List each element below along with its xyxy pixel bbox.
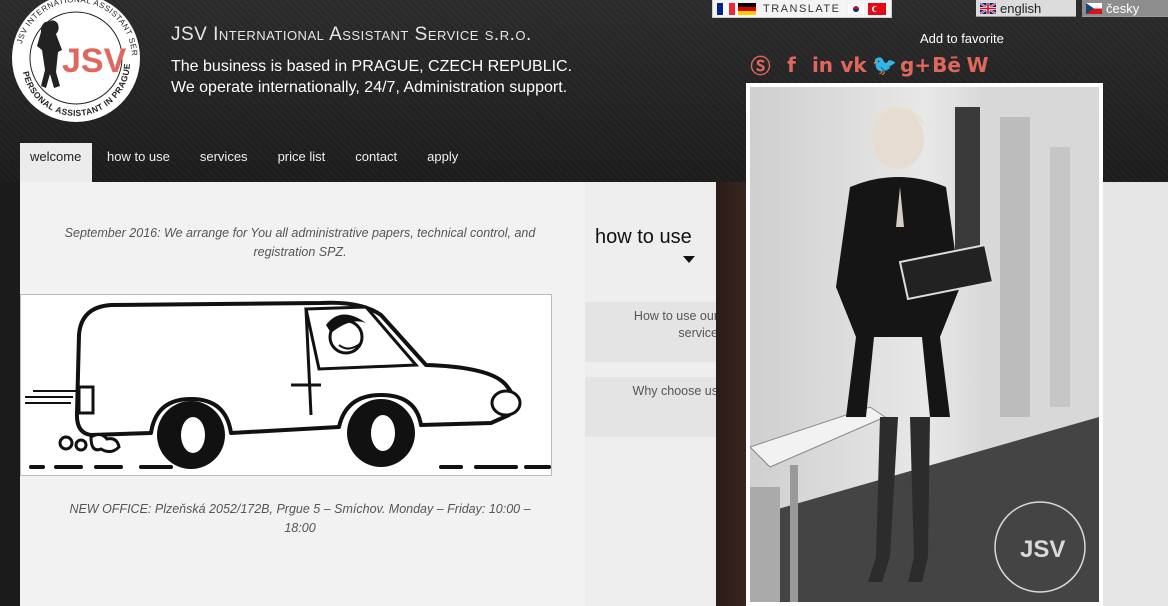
france-flag-icon[interactable] — [717, 2, 735, 15]
googleplus-icon[interactable]: g+ — [900, 52, 931, 77]
logo-text: JSV — [62, 42, 127, 80]
skype-icon[interactable]: Ⓢ — [748, 52, 773, 78]
language-czech-button[interactable]: česky — [1082, 0, 1168, 17]
nav-services[interactable]: services — [185, 143, 263, 182]
czech-flag-icon — [1086, 3, 1102, 14]
language-english-button[interactable]: english — [976, 0, 1076, 17]
side-link-how-to-use[interactable]: How to use our service — [585, 302, 728, 362]
language-english-label: english — [1000, 0, 1042, 16]
twitter-icon[interactable]: 🐦 — [872, 52, 897, 77]
svg-text:JSV: JSV — [1020, 536, 1065, 563]
social-icons: Ⓢ f in vk 🐦 g+ Bē W — [748, 52, 990, 79]
assistant-photo-frame: JSV — [746, 83, 1103, 606]
nav-contact[interactable]: contact — [340, 143, 412, 182]
vk-icon[interactable]: vk — [840, 52, 866, 77]
uk-flag-icon — [980, 3, 996, 14]
company-title: JSV International Assistant Service s.r.… — [171, 24, 532, 45]
main-content: September 2016: We arrange for You all a… — [20, 182, 585, 606]
translate-bar[interactable]: TRANSLATE — [712, 0, 892, 18]
news-item-papers: September 2016: We arrange for You all a… — [64, 226, 536, 259]
tagline-location: The business is based in PRAGUE, CZECH R… — [171, 58, 573, 75]
van-cartoon-image — [20, 294, 552, 476]
facebook-icon[interactable]: f — [779, 52, 804, 77]
decorative-strip — [716, 182, 746, 606]
behance-icon[interactable]: Bē — [932, 52, 961, 77]
side-panel: how to use How to use our service Why ch… — [585, 182, 728, 606]
tagline-operations: We operate internationally, 24/7, Admini… — [171, 79, 568, 96]
jsv-logo[interactable]: JSV INTERNATIONAL ASSISTANT SERVICE PERS… — [4, 0, 154, 130]
side-link-why-choose-us[interactable]: Why choose us — [585, 377, 728, 437]
nav-apply[interactable]: apply — [412, 143, 473, 182]
side-panel-title: how to use — [595, 226, 692, 248]
germany-flag-icon[interactable] — [738, 2, 756, 15]
translate-label[interactable]: TRANSLATE — [763, 3, 840, 15]
korea-flag-icon[interactable] — [847, 2, 866, 15]
news-item-office: NEW OFFICE: Plzeňská 2052/172B, Prgue 5 … — [69, 502, 531, 535]
wordpress-icon[interactable]: W — [965, 52, 990, 77]
right-background — [1103, 182, 1168, 606]
nav-how-to-use[interactable]: how to use — [92, 143, 185, 182]
nav-welcome[interactable]: welcome — [20, 143, 92, 182]
main-nav: welcome how to use services price list c… — [20, 143, 473, 182]
turkey-flag-icon[interactable] — [868, 2, 887, 15]
language-czech-label: česky — [1106, 0, 1140, 16]
caret-down-icon — [683, 256, 695, 263]
add-to-favorite-link[interactable]: Add to favorite — [920, 31, 1004, 46]
assistant-photo: JSV — [750, 87, 1099, 602]
nav-price-list[interactable]: price list — [263, 143, 341, 182]
linkedin-icon[interactable]: in — [810, 52, 835, 77]
